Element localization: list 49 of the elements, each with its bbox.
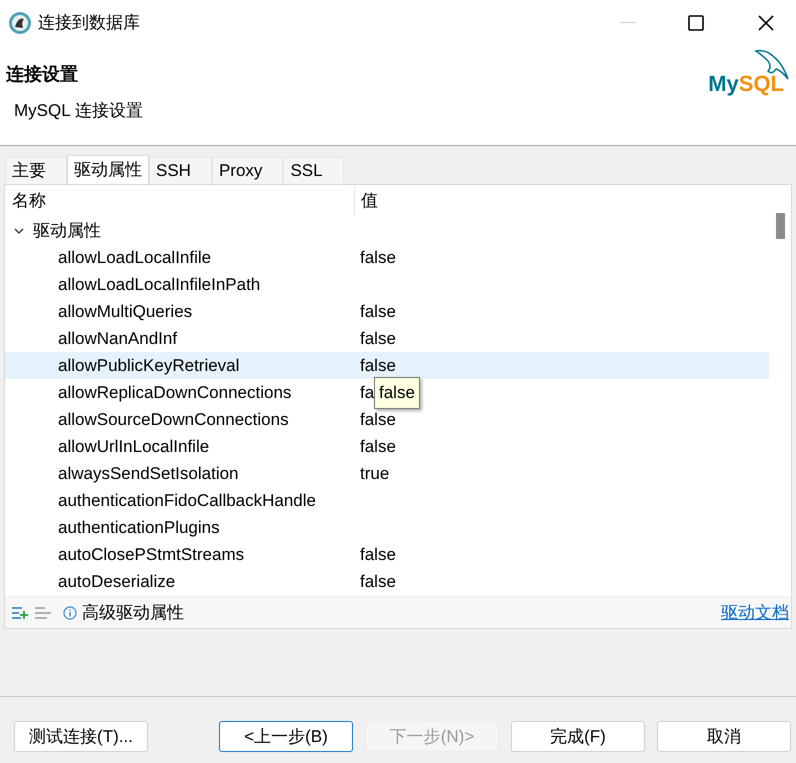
add-rows-icon[interactable] xyxy=(12,606,28,618)
property-name[interactable]: allowUrlInLocalInfile xyxy=(5,433,355,460)
property-value: false xyxy=(360,354,396,377)
property-name[interactable]: authenticationFidoCallbackHandle xyxy=(5,487,355,514)
tooltip: false xyxy=(374,377,420,408)
dialog-button[interactable]: <上一步(B) xyxy=(219,721,353,752)
section-subtitle: MySQL 连接设置 xyxy=(14,100,143,122)
maximize-icon[interactable] xyxy=(688,14,704,30)
property-name[interactable]: allowPublicKeyRetrieval xyxy=(5,352,355,379)
property-name[interactable]: allowNanAndInf xyxy=(5,325,355,352)
property-name[interactable]: allowMultiQueries xyxy=(5,298,355,325)
property-value: false xyxy=(360,408,396,431)
tab[interactable]: 驱动属性 xyxy=(67,155,149,184)
property-value: false xyxy=(360,570,396,593)
property-value: false xyxy=(360,436,396,458)
property-name[interactable]: allowReplicaDownConnections xyxy=(5,379,355,406)
property-value: false xyxy=(360,246,396,269)
dialog-button[interactable]: 完成(F) xyxy=(511,721,645,752)
property-name[interactable]: authenticationPlugins xyxy=(5,514,355,541)
window-title: 连接到数据库 xyxy=(38,12,140,34)
dialog-button[interactable]: 取消 xyxy=(657,721,791,752)
tab[interactable]: SSL xyxy=(283,157,344,184)
group-label: 驱动属性 xyxy=(33,220,101,242)
app-icon xyxy=(8,10,32,34)
driver-docs-link[interactable]: 驱动文档 xyxy=(721,600,789,626)
property-name[interactable]: allowSourceDownConnections xyxy=(5,406,355,433)
tab[interactable]: SSH xyxy=(149,157,212,184)
column-header[interactable]: 值 xyxy=(355,188,378,214)
property-value: fa xyxy=(360,382,374,404)
info-icon xyxy=(63,606,77,620)
logo-text: SQL xyxy=(738,73,784,95)
property-value: false xyxy=(360,328,396,350)
tab[interactable]: 主要 xyxy=(5,157,67,184)
column-header[interactable]: 名称 xyxy=(5,187,355,215)
property-name[interactable]: autoDeserialize xyxy=(5,568,355,595)
property-value: false xyxy=(360,300,396,323)
logo-text: My xyxy=(708,73,739,95)
tab[interactable]: Proxy xyxy=(212,157,284,184)
property-name[interactable]: autoClosePStmtStreams xyxy=(5,541,355,568)
property-name[interactable]: allowLoadLocalInfile xyxy=(5,244,355,271)
dialog-button[interactable]: 测试连接(T)... xyxy=(14,721,148,752)
property-name[interactable]: allowLoadLocalInfileInPath xyxy=(5,271,355,298)
close-icon[interactable] xyxy=(758,14,774,30)
property-value: true xyxy=(360,462,390,485)
property-value: false xyxy=(360,544,396,566)
list-icon[interactable] xyxy=(35,606,51,618)
section-title: 连接设置 xyxy=(6,63,79,86)
property-name[interactable]: alwaysSendSetIsolation xyxy=(5,460,355,487)
advanced-properties-label: 高级驱动属性 xyxy=(82,602,184,624)
